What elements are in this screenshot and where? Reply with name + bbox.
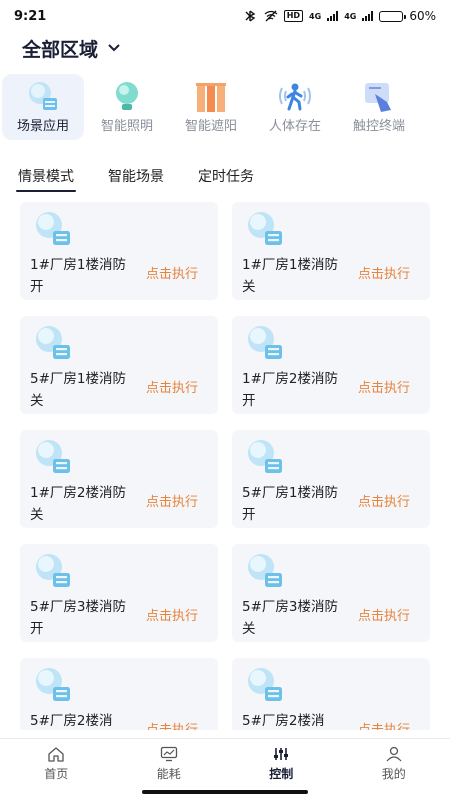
signal-icon-2 [362,11,374,21]
category-bar: 场景应用 智能照明 智能遮阳 人体存在 触控终端 [0,74,450,142]
scene-bulb-icon [29,82,57,110]
nav-label: 我的 [381,766,406,781]
home-icon [48,746,64,762]
touch-panel-icon [365,83,391,112]
scene-name: 5#厂房2楼消 [242,713,325,729]
scene-bulb-icon [248,212,282,245]
monitor-chart-icon [160,746,177,761]
category-label: 触控终端 [352,119,405,134]
nav-label: 能耗 [156,766,181,781]
wifi-off-icon [264,10,278,22]
scene-name: 1#厂房1楼消防关 [242,257,338,295]
scene-bulb-icon [36,326,70,359]
scene-bulb-icon [36,212,70,245]
scene-name: 1#厂房2楼消防关 [30,485,126,523]
scene-card[interactable]: 5#厂房3楼消防开 点击执行 [20,544,218,642]
status-icons: HD 4G 4G 60% [244,9,436,23]
network-label-2: 4G [344,11,357,21]
nav-energy[interactable]: 能耗 [113,739,226,788]
execute-button[interactable]: 点击执行 [358,263,410,282]
category-presence[interactable]: 人体存在 [254,74,336,140]
scene-card[interactable]: 5#厂房1楼消防关 点击执行 [20,316,218,414]
execute-button[interactable]: 点击执行 [146,491,198,510]
region-title: 全部区域 [22,38,99,61]
battery-percent: 60% [409,9,436,23]
nav-label: 控制 [269,766,294,781]
scene-bulb-icon [248,554,282,587]
execute-button[interactable]: 点击执行 [358,719,410,730]
execute-button[interactable]: 点击执行 [146,377,198,396]
category-label: 人体存在 [268,119,321,134]
scene-bulb-icon [36,554,70,587]
home-indicator[interactable] [142,790,308,794]
scene-name: 5#厂房3楼消防开 [30,599,126,637]
scene-card[interactable]: 1#厂房2楼消防关 点击执行 [20,430,218,528]
tab-scene-mode[interactable]: 情景模式 [16,162,76,192]
region-selector[interactable]: 全部区域 [22,34,120,62]
hd-badge: HD [283,10,304,22]
rhythm-icon [445,80,450,114]
scene-grid: 1#厂房1楼消防开 点击执行 1#厂房1楼消防关 点击执行 5#厂房1楼消防关 点击执行 1… [20,202,432,730]
scene-bulb-icon [36,440,70,473]
category-scene[interactable]: 场景应用 [2,74,84,140]
category-label: 智能照明 [100,119,153,134]
scene-bulb-icon [248,668,282,701]
nav-label: 首页 [44,766,69,781]
scene-name: 5#厂房1楼消防开 [242,485,338,523]
scene-card[interactable]: 5#厂房2楼消 点击执行 [232,658,430,730]
execute-button[interactable]: 点击执行 [358,377,410,396]
category-label: 场景应用 [16,119,69,134]
scene-bulb-icon [248,326,282,359]
chevron-down-icon [108,44,120,52]
scene-card[interactable]: 1#厂房1楼消防关 点击执行 [232,202,430,300]
category-touch[interactable]: 触控终端 [338,74,420,140]
bluetooth-icon [245,10,256,22]
category-lighting[interactable]: 智能照明 [86,74,168,140]
execute-button[interactable]: 点击执行 [146,605,198,624]
signal-icon [327,11,339,21]
nav-profile[interactable]: 我的 [338,739,450,788]
execute-button[interactable]: 点击执行 [146,263,198,282]
bottom-nav: 首页 能耗 控制 我的 [0,738,450,788]
sliders-icon [274,747,289,760]
scene-card[interactable]: 1#厂房1楼消防开 点击执行 [20,202,218,300]
category-rhythm[interactable]: 节律 [422,74,450,140]
execute-button[interactable]: 点击执行 [358,491,410,510]
curtain-icon [196,83,226,112]
category-label: 智能遮阳 [184,119,237,134]
person-motion-icon [279,83,311,111]
nav-control[interactable]: 控制 [225,739,338,788]
scene-name: 5#厂房2楼消 [30,713,113,729]
network-label: 4G [309,11,322,21]
scene-bulb-icon [36,668,70,701]
category-shading[interactable]: 智能遮阳 [170,74,252,140]
scene-name: 1#厂房2楼消防开 [242,371,338,409]
scene-card[interactable]: 5#厂房1楼消防开 点击执行 [232,430,430,528]
scene-card[interactable]: 1#厂房2楼消防开 点击执行 [232,316,430,414]
scene-name: 1#厂房1楼消防开 [30,257,126,295]
scene-name: 5#厂房1楼消防关 [30,371,126,409]
battery-icon [379,10,407,22]
user-icon [386,746,402,761]
scene-card[interactable]: 5#厂房2楼消 点击执行 [20,658,218,730]
scene-tabs: 情景模式 智能场景 定时任务 [16,162,256,192]
tab-smart-scene[interactable]: 智能场景 [106,162,166,192]
nav-home[interactable]: 首页 [0,739,113,788]
scene-bulb-icon [248,440,282,473]
scene-card[interactable]: 5#厂房3楼消防关 点击执行 [232,544,430,642]
status-time: 9:21 [14,8,47,24]
status-bar: 9:21 HD 4G 4G 60% [0,0,450,32]
execute-button[interactable]: 点击执行 [358,605,410,624]
scene-name: 5#厂房3楼消防关 [242,599,338,637]
light-bulb-icon [116,82,138,110]
tab-timed-task[interactable]: 定时任务 [196,162,256,192]
execute-button[interactable]: 点击执行 [146,719,198,730]
